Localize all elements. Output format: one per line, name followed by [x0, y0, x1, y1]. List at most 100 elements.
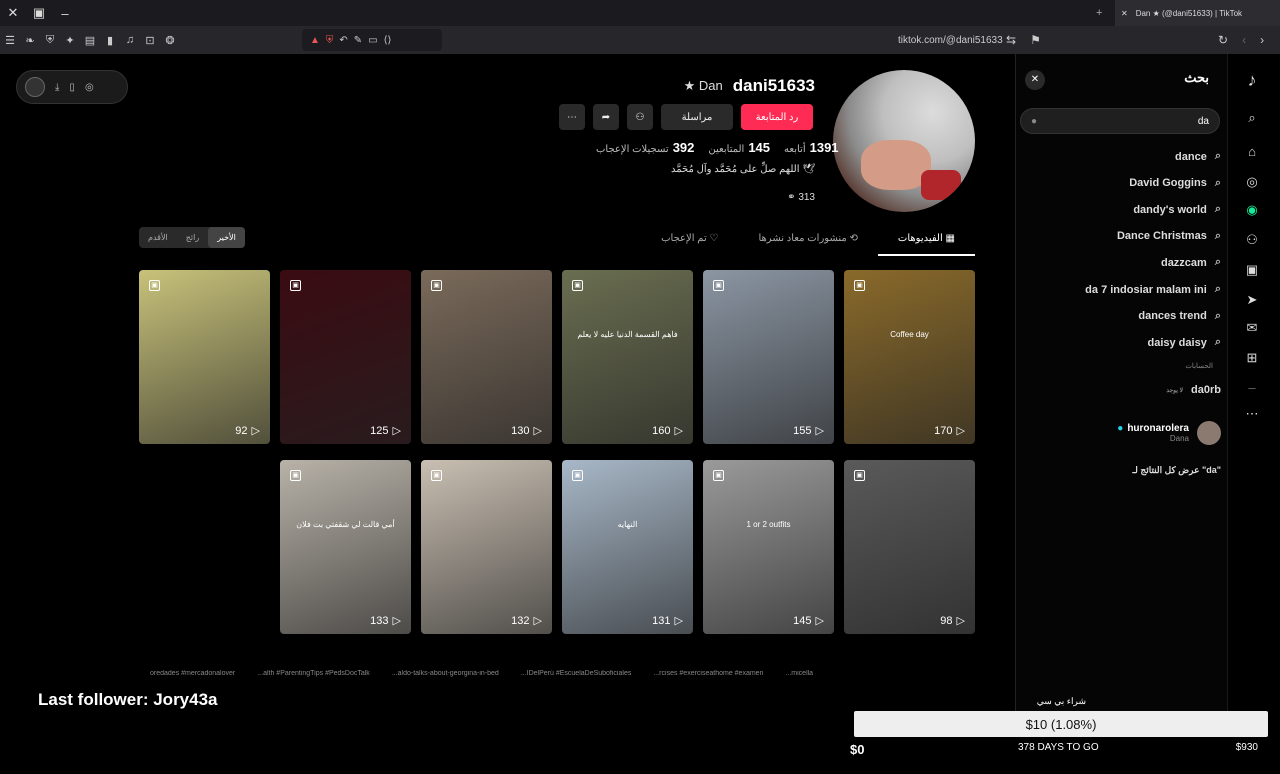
goal-end: $930 — [1235, 742, 1258, 753]
menu-icon[interactable]: ☰ — [0, 34, 20, 47]
shield-icon[interactable]: ⛨ — [40, 34, 60, 47]
friends-icon[interactable]: ⚇ — [1242, 232, 1262, 248]
suggested-accounts-button[interactable]: ⚇ — [627, 104, 653, 130]
video-card[interactable]: ▣ فاهم القسمة الدنيا عليه لا يعلم 160 ▷ — [562, 270, 693, 444]
video-card[interactable]: ▣ 1 or 2 outfits 145 ▷ — [703, 460, 834, 634]
hashtag-item[interactable]: ...IDelPerú #EscuelaDeSuboficiales — [521, 670, 632, 677]
address-bar[interactable]: tiktok.com/@dani51633 — [898, 35, 1003, 46]
view-count: 155 ▷ — [793, 424, 824, 438]
stat-following[interactable]: 1391أتابعه — [784, 140, 839, 155]
message-button[interactable]: مراسلة — [661, 104, 733, 130]
inbox-icon[interactable]: ✉ — [1242, 320, 1262, 336]
search-suggestion[interactable]: dance ⌕ — [1175, 150, 1221, 163]
extensions-icon[interactable]: ❂ — [160, 34, 180, 47]
pen-icon[interactable]: ✎ — [354, 35, 362, 46]
tab-title: Dan ★ (@dani51633) | TikTok — [1135, 8, 1243, 18]
forward-icon[interactable]: › — [1260, 33, 1264, 47]
warning-icon[interactable]: ▲ — [310, 35, 320, 46]
sort-oldest[interactable]: الأقدم — [139, 227, 177, 248]
hashtag-item[interactable]: ...micella — [785, 670, 813, 677]
search-icon[interactable]: ⌕ — [1242, 110, 1262, 126]
video-card[interactable]: ▣ 98 ▷ — [844, 460, 975, 634]
upload-icon[interactable]: ⊞ — [1242, 350, 1262, 366]
new-tab-icon[interactable]: + — [1096, 7, 1102, 19]
goal-title: شراء بي سي — [1036, 696, 1086, 706]
account-result-plain[interactable]: لا يوجد da0rb — [1166, 384, 1221, 396]
download-icon[interactable]: ⤓ — [55, 82, 59, 93]
tune-icon[interactable]: ⇆ — [1006, 33, 1016, 47]
see-all-results[interactable]: عرض كل النتائج لـ "da" — [1133, 465, 1221, 476]
music-icon[interactable]: ♫ — [120, 34, 140, 46]
tab-liked[interactable]: ♡ تم الإعجاب — [641, 226, 738, 256]
clear-icon[interactable]: ● — [1031, 116, 1037, 127]
goal-start: $0 — [850, 742, 865, 757]
more-icon[interactable]: ⋯ — [1242, 406, 1262, 422]
video-card[interactable]: ▣ 130 ▷ — [421, 270, 552, 444]
video-caption: النهايه — [617, 520, 638, 529]
search-suggestion[interactable]: dances trend ⌕ — [1138, 310, 1221, 323]
window-titlebar: ✕ ▣ – + ✕ Dan ★ (@dani51633) | TikTok — [0, 0, 1280, 26]
reader-icon[interactable]: ▤ — [80, 34, 100, 47]
share-button[interactable]: ➦ — [593, 104, 619, 130]
tab-close-icon[interactable]: ✕ — [1121, 9, 1128, 18]
puzzle-icon[interactable]: ✦ — [60, 34, 80, 47]
video-card[interactable]: ▣ أمي قالت لي شقفتي بت فلان 133 ▷ — [280, 460, 411, 634]
active-tab[interactable]: ✕ Dan ★ (@dani51633) | TikTok — [1115, 0, 1280, 26]
minimize-icon[interactable]: – — [52, 6, 78, 21]
send-icon[interactable]: ➤ — [1242, 292, 1262, 308]
sidebar-icon[interactable]: ▮ — [100, 34, 120, 47]
hashtag-item[interactable]: oredades #mercadonalover — [150, 670, 235, 677]
tiktok-logo-icon[interactable]: ♪ — [1242, 70, 1262, 91]
more-button[interactable]: ⋯ — [559, 104, 585, 130]
sort-latest[interactable]: الأخير — [208, 227, 245, 248]
video-card[interactable]: ▣ 92 ▷ — [139, 270, 270, 444]
video-card[interactable]: ▣ 132 ▷ — [421, 460, 552, 634]
bookmark-icon[interactable]: ⚑ — [1030, 33, 1041, 47]
sort-popular[interactable]: رائج — [177, 227, 208, 248]
tab-videos[interactable]: ▦ الفيديوهات — [877, 226, 975, 256]
mini-avatar[interactable] — [25, 77, 45, 97]
photo-icon: ▣ — [713, 470, 724, 481]
hashtag-item[interactable]: ...rcises #exerciseathome #examen — [653, 670, 763, 677]
video-caption: Coffee day — [890, 330, 929, 339]
profile-link[interactable]: ⚭ 313 — [787, 192, 815, 203]
video-card[interactable]: ▣ Coffee day 170 ▷ — [844, 270, 975, 444]
live-icon[interactable]: ▣ — [1242, 262, 1262, 278]
tab-reposts[interactable]: ⟲ منشورات معاد نشرها — [738, 226, 877, 256]
close-search-button[interactable]: ✕ — [1025, 70, 1045, 90]
search-suggestion[interactable]: daisy daisy ⌕ — [1148, 336, 1222, 349]
back-icon[interactable]: ‹ — [1242, 33, 1246, 47]
explore-icon[interactable]: ◎ — [1242, 174, 1262, 190]
stat-followers[interactable]: 145المتابعين — [708, 140, 770, 155]
search-suggestion[interactable]: Dance Christmas ⌕ — [1117, 230, 1221, 243]
video-card[interactable]: ▣ 155 ▷ — [703, 270, 834, 444]
window-icon[interactable]: ▭ — [368, 35, 377, 46]
brave-shield-icon[interactable]: ⛨ — [326, 35, 334, 46]
search-suggestion[interactable]: David Goggins ⌕ — [1129, 177, 1221, 190]
search-suggestion[interactable]: dazzcam ⌕ — [1161, 256, 1221, 269]
hashtag-item[interactable]: ...alth #ParentingTips #PedsDocTalk — [257, 670, 370, 677]
reload-icon[interactable]: ↻ — [1218, 33, 1228, 47]
search-icon: ⌕ — [1214, 229, 1221, 242]
account-result[interactable]: ● huronarolera Dana — [1117, 421, 1221, 445]
photo-icon: ▣ — [431, 470, 442, 481]
translate-icon[interactable]: ⟨⟩ — [384, 35, 392, 46]
profile-avatar-icon[interactable]: ◉ — [1242, 202, 1262, 218]
follow-back-button[interactable]: رد المتابعة — [741, 104, 813, 130]
search-input[interactable]: ● da — [1020, 108, 1220, 134]
restore-icon[interactable]: ▣ — [26, 5, 52, 21]
search-suggestion[interactable]: da 7 indosiar malam ini ⌕ — [1085, 283, 1221, 296]
search-suggestion[interactable]: dandy's world ⌕ — [1133, 203, 1221, 216]
home-icon[interactable]: ⌂ — [1242, 144, 1262, 159]
screenshot-icon[interactable]: ⊡ — [140, 34, 160, 47]
leaf-icon[interactable]: ❧ — [20, 34, 40, 47]
account-avatar — [1197, 421, 1221, 445]
video-card[interactable]: ▣ النهايه 131 ▷ — [562, 460, 693, 634]
compass-icon[interactable]: ◎ — [85, 82, 94, 93]
search-icon: ⌕ — [1214, 203, 1221, 216]
phone-icon[interactable]: ▯ — [69, 82, 75, 93]
video-card[interactable]: ▣ 125 ▷ — [280, 270, 411, 444]
close-icon[interactable]: ✕ — [0, 5, 26, 21]
hashtag-item[interactable]: ...aldo-talks-about-georgina-in-bed — [392, 670, 499, 677]
undo-icon[interactable]: ↶ — [339, 35, 347, 46]
